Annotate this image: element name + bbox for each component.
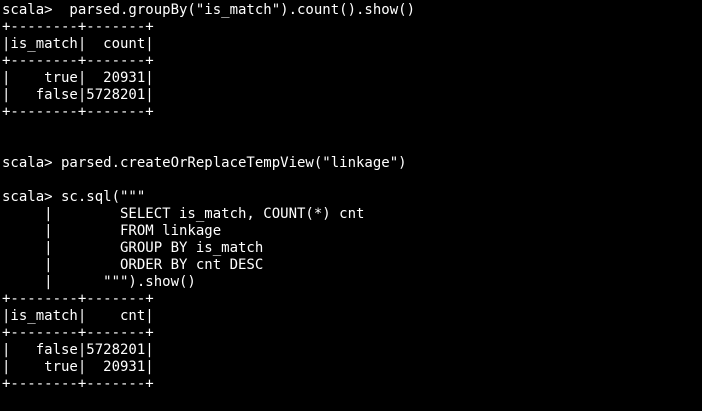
prompt-line-sql: scala> sc.sql(""" xyxy=(2,189,146,205)
table-row: | true| 20931| xyxy=(2,359,154,375)
sql-continuation-line: | GROUP BY is_match xyxy=(2,240,264,256)
table-row: | true| 20931| xyxy=(2,70,154,86)
table-border: +--------+-------+ xyxy=(2,291,154,307)
table-border: +--------+-------+ xyxy=(2,325,154,341)
table-row: | false|5728201| xyxy=(2,342,154,358)
prompt-line-create-view: scala> parsed.createOrReplaceTempView("l… xyxy=(2,155,407,171)
sql-continuation-line: | SELECT is_match, COUNT(*) cnt xyxy=(2,206,365,222)
table-header: |is_match| cnt| xyxy=(2,308,154,324)
prompt-line-groupby: scala> parsed.groupBy("is_match").count(… xyxy=(2,2,416,18)
table-border: +--------+-------+ xyxy=(2,53,154,69)
sql-continuation-line: | FROM linkage xyxy=(2,223,222,239)
table-header: |is_match| count| xyxy=(2,36,154,52)
sql-continuation-line: | ORDER BY cnt DESC xyxy=(2,257,264,273)
table-border: +--------+-------+ xyxy=(2,376,154,392)
terminal-window[interactable]: scala> parsed.groupBy("is_match").count(… xyxy=(0,0,702,411)
sql-continuation-line: | """).show() xyxy=(2,274,196,290)
table-row: | false|5728201| xyxy=(2,87,154,103)
table-border: +--------+-------+ xyxy=(2,104,154,120)
table-border: +--------+-------+ xyxy=(2,19,154,35)
